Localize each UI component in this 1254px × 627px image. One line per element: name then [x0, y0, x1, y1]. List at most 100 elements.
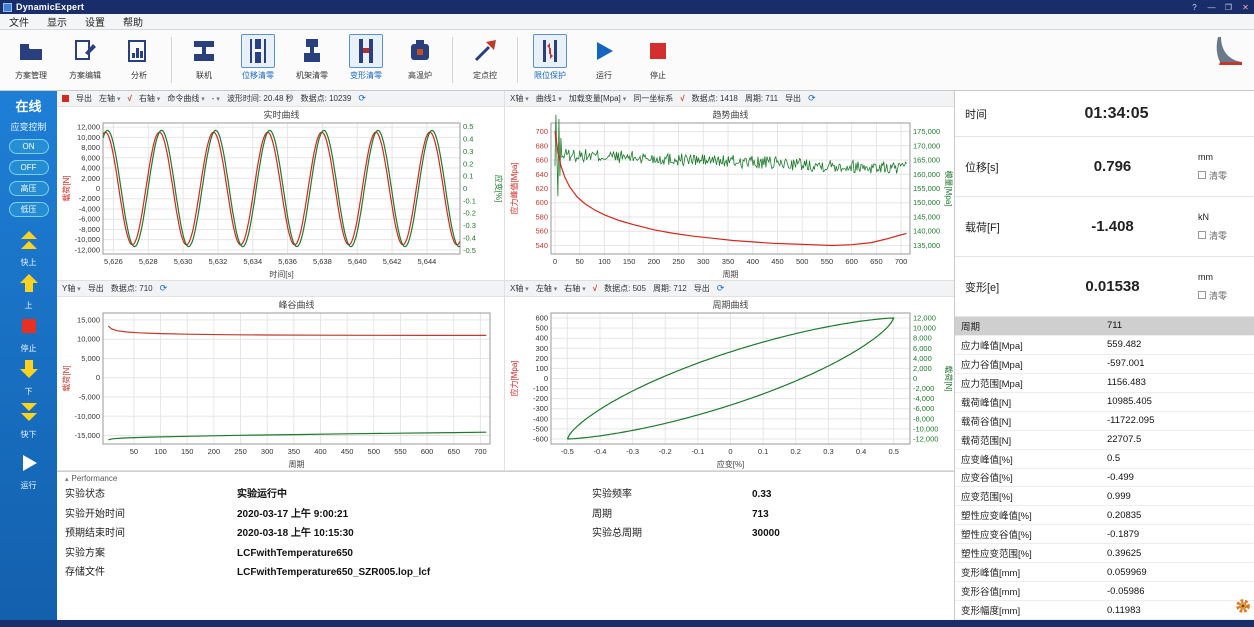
toolbar-button-furnace[interactable]: 高温炉	[394, 34, 446, 81]
menu-item-0[interactable]: 文件	[0, 14, 38, 29]
chart-dropdown[interactable]: Y轴	[62, 283, 81, 294]
sidebar-buttons: ON OFF 高压低压	[9, 136, 49, 220]
chart-dropdown[interactable]: 左轴	[99, 93, 120, 104]
checkmark-icon[interactable]: √	[680, 94, 684, 103]
chart-dropdown[interactable]: 命令曲线	[167, 93, 204, 104]
stats-row[interactable]: 载荷范围[N]22707.5	[955, 431, 1254, 450]
jog-run-button[interactable]: 运行	[18, 452, 40, 491]
chart-dropdown[interactable]: 曲线1	[536, 93, 562, 104]
chart-dropdown[interactable]: X轴	[510, 93, 529, 104]
toolbar-button-plan-manage[interactable]: 方案管理	[5, 34, 57, 81]
refresh-icon[interactable]: ⟳	[717, 283, 725, 294]
svg-text:5,000: 5,000	[81, 354, 100, 363]
chart-toolbar-label[interactable]: 导出	[76, 93, 92, 104]
stats-row[interactable]: 变形峰值[mm]0.059969	[955, 563, 1254, 582]
collapse-triangle-icon[interactable]: ▴	[65, 475, 69, 483]
stats-row[interactable]: 应变范围[%]0.999	[955, 487, 1254, 506]
bottom-status-strip	[0, 620, 1254, 627]
svg-text:400: 400	[314, 447, 327, 456]
stats-row[interactable]: 变形幅度[mm]0.11983	[955, 601, 1254, 620]
title-bar: DynamicExpert ? — ❐ ✕	[0, 0, 1254, 14]
chart-dropdown[interactable]: 右轴	[564, 283, 585, 294]
svg-text:0.1: 0.1	[758, 447, 768, 456]
stats-row[interactable]: 变形谷值[mm]-0.05986	[955, 582, 1254, 601]
stats-row[interactable]: 塑性应变峰值[%]0.20835	[955, 506, 1254, 525]
stats-row[interactable]: 应变峰值[%]0.5	[955, 450, 1254, 469]
stats-value: 0.5	[1107, 453, 1254, 464]
toolbar-button-label: 运行	[596, 70, 612, 81]
toolbar-button-setpoint-control[interactable]: 定点控	[459, 34, 511, 81]
toolbar-button-analysis[interactable]: 分析	[113, 34, 165, 81]
svg-text:载荷[N]: 载荷[N]	[944, 365, 954, 391]
checkmark-icon[interactable]: √	[593, 284, 597, 293]
refresh-icon[interactable]: ⟳	[160, 283, 168, 294]
time-readout: 时间 01:34:05	[955, 91, 1254, 137]
toolbar-button-displacement-zero[interactable]: 位移清零	[232, 34, 284, 81]
sidebar-button-high-pressure[interactable]: 高压	[9, 181, 49, 196]
refresh-icon[interactable]: ⟳	[358, 93, 366, 104]
sidebar-button-low-pressure[interactable]: 低压	[9, 202, 49, 217]
sidebar-button-on[interactable]: ON	[9, 139, 49, 154]
toolbar-group-3: 限位保护运行 停止	[523, 34, 685, 81]
chart-dropdown[interactable]: 加载变量[Mpa]	[569, 93, 626, 104]
jog-up-button[interactable]: 上	[18, 272, 40, 311]
jog-label: 快上	[21, 257, 37, 268]
chart-toolbar-label[interactable]: 导出	[694, 283, 710, 294]
chart-cell-peak-valley: Y轴导出数据点: 710⟳峰谷曲线15,00010,0005,0000-5,00…	[57, 281, 505, 471]
readout-unit-box: mm清零	[1198, 152, 1244, 182]
perf-value: 0.33	[752, 485, 771, 505]
svg-text:0: 0	[913, 374, 917, 383]
svg-text:600: 600	[421, 447, 434, 456]
performance-header: ▴ Performance	[65, 474, 946, 483]
minimize-button[interactable]: —	[1203, 3, 1220, 12]
chart-toolbar-label[interactable]: 导出	[785, 93, 801, 104]
load-value: -1.408	[1027, 218, 1198, 235]
stats-row[interactable]: 应力峰值[Mpa]559.482	[955, 336, 1254, 355]
jog-fast-down-button[interactable]: 快下	[18, 401, 40, 440]
checkmark-icon[interactable]: √	[127, 94, 131, 103]
stats-row[interactable]: 周期711	[955, 317, 1254, 336]
unit-label: kN	[1198, 212, 1209, 222]
stats-row[interactable]: 塑性应变范围[%]0.39625	[955, 544, 1254, 563]
toolbar-button-deform-zero[interactable]: 变形清零	[340, 34, 392, 81]
help-button[interactable]: ?	[1186, 3, 1203, 12]
chart-dropdown[interactable]: -	[212, 94, 220, 103]
jog-down-button[interactable]: 下	[18, 358, 40, 397]
menu-item-2[interactable]: 设置	[76, 14, 114, 29]
menu-item-1[interactable]: 显示	[38, 14, 76, 29]
svg-text:-10,000: -10,000	[75, 235, 100, 244]
stats-row[interactable]: 应力范围[Mpa]1156.483	[955, 374, 1254, 393]
refresh-icon[interactable]: ⟳	[808, 93, 816, 104]
zero-checkbox[interactable]	[1198, 291, 1206, 299]
svg-text:200: 200	[208, 447, 221, 456]
stats-row[interactable]: 应变谷值[%]-0.499	[955, 469, 1254, 488]
svg-text:模量[Mpa]: 模量[Mpa]	[944, 170, 954, 206]
chart-trend: 趋势曲线700680660640620600580560540175,00017…	[505, 107, 954, 285]
toolbar-button-connect[interactable]: 联机	[178, 34, 230, 81]
svg-text:10,000: 10,000	[77, 133, 100, 142]
zero-checkbox[interactable]	[1198, 171, 1206, 179]
toolbar-button-label: 变形清零	[350, 70, 382, 81]
toolbar-button-stop[interactable]: 停止	[632, 34, 684, 81]
jog-fast-up-button[interactable]: 快上	[18, 229, 40, 268]
toolbar-button-limit-protection[interactable]: 限位保护	[524, 34, 576, 81]
toolbar-button-run[interactable]: 运行	[578, 34, 630, 81]
close-button[interactable]: ✕	[1237, 3, 1254, 12]
toolbar-button-frame-zero[interactable]: 机架清零	[286, 34, 338, 81]
app-icon	[3, 3, 12, 12]
jog-stop-button[interactable]: 停止	[18, 315, 40, 354]
menu-item-3[interactable]: 帮助	[114, 14, 152, 29]
stats-row[interactable]: 塑性应变谷值[%]-0.1879	[955, 525, 1254, 544]
chart-dropdown[interactable]: X轴	[510, 283, 529, 294]
chart-dropdown[interactable]: 右轴	[139, 93, 160, 104]
maximize-button[interactable]: ❐	[1220, 3, 1237, 12]
stats-row[interactable]: 应力谷值[Mpa]-597.001	[955, 355, 1254, 374]
stats-row[interactable]: 载荷峰值[N]10985.405	[955, 393, 1254, 412]
stats-row[interactable]: 载荷谷值[N]-11722.095	[955, 412, 1254, 431]
toolbar-button-plan-edit[interactable]: 方案编辑	[59, 34, 111, 81]
settings-gear-icon[interactable]	[1235, 598, 1251, 617]
zero-checkbox[interactable]	[1198, 231, 1206, 239]
sidebar-button-off[interactable]: OFF	[9, 160, 49, 175]
chart-dropdown[interactable]: 左轴	[536, 283, 557, 294]
chart-toolbar-label[interactable]: 导出	[88, 283, 104, 294]
